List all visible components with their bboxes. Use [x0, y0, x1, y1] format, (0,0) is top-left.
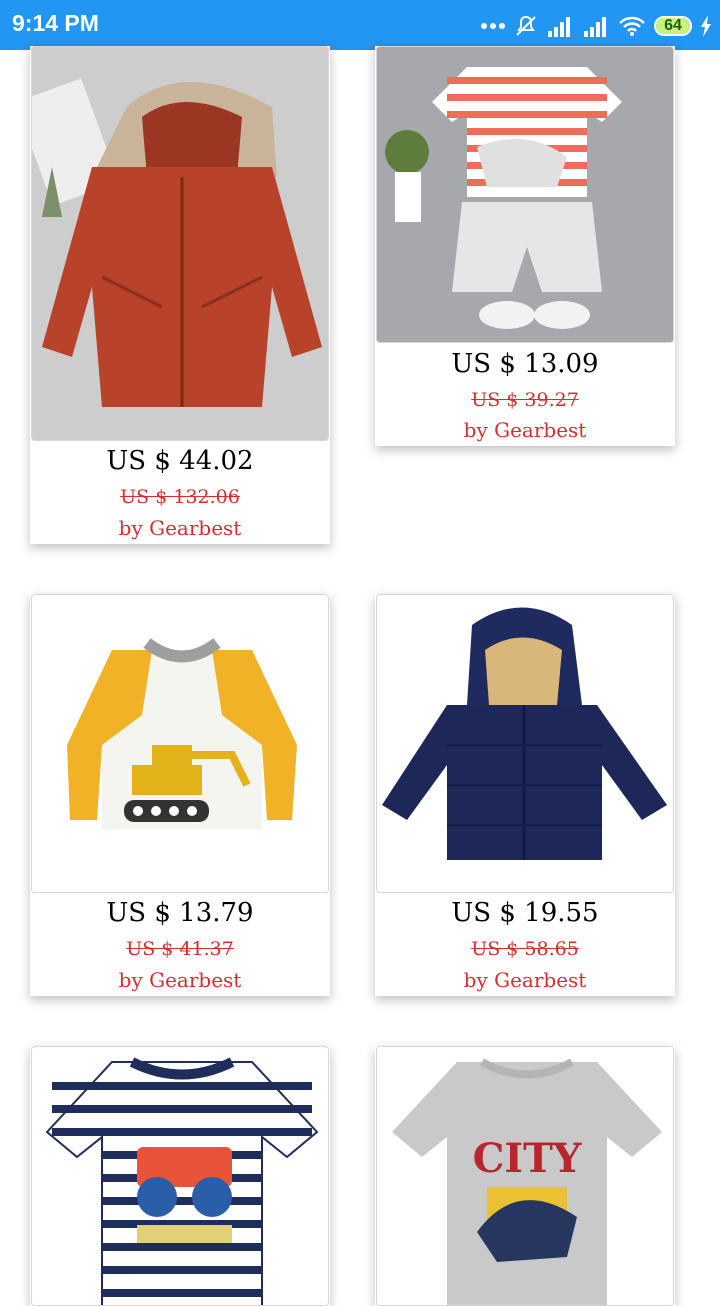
product-card[interactable]: US $ 13.09 US $ 39.27 by Gearbest — [375, 46, 675, 446]
product-image[interactable] — [376, 46, 674, 343]
product-card[interactable]: CITY — [375, 1046, 675, 1306]
product-image[interactable] — [376, 594, 674, 893]
striped-set-image — [377, 47, 673, 342]
product-card[interactable] — [30, 1046, 330, 1306]
charging-icon — [700, 15, 712, 37]
mute-icon — [514, 14, 538, 38]
product-seller[interactable]: by Gearbest — [30, 968, 330, 992]
product-seller[interactable]: by Gearbest — [30, 516, 330, 540]
product-price: US $ 19.55 — [451, 898, 599, 928]
status-bar: 9:14 PM 64 — [0, 0, 720, 50]
navy-jacket-image — [377, 595, 673, 892]
battery-icon: 64 — [654, 16, 692, 36]
product-image[interactable] — [31, 594, 329, 893]
product-price: US $ 13.79 — [106, 898, 254, 928]
product-image[interactable] — [31, 1046, 329, 1306]
red-coat-image — [32, 47, 328, 440]
signal-icon — [546, 15, 574, 37]
product-card[interactable]: US $ 19.55 US $ 58.65 by Gearbest — [375, 594, 675, 996]
product-image[interactable] — [31, 46, 329, 441]
svg-text:CITY: CITY — [473, 1135, 582, 1182]
product-old-price: US $ 41.37 — [126, 938, 234, 960]
battery-level: 64 — [664, 17, 682, 34]
status-time: 9:14 PM — [12, 10, 99, 36]
signal-icon-2 — [582, 15, 610, 37]
more-dots-icon — [480, 21, 506, 31]
city-dino-tee-image: CITY — [377, 1047, 673, 1305]
monster-truck-tee-image — [32, 1047, 328, 1305]
wifi-icon — [618, 15, 646, 37]
product-old-price: US $ 132.06 — [120, 486, 240, 508]
product-image[interactable]: CITY — [376, 1046, 674, 1306]
product-card[interactable]: US $ 44.02 US $ 132.06 by Gearbest — [30, 46, 330, 544]
product-seller[interactable]: by Gearbest — [375, 418, 675, 442]
product-price: US $ 13.09 — [451, 349, 599, 379]
product-seller[interactable]: by Gearbest — [375, 968, 675, 992]
product-card[interactable]: US $ 13.79 US $ 41.37 by Gearbest — [30, 594, 330, 996]
excavator-tee-image — [32, 595, 328, 892]
product-price: US $ 44.02 — [106, 446, 254, 476]
product-old-price: US $ 39.27 — [471, 389, 579, 411]
status-icons: 64 — [480, 12, 712, 40]
product-old-price: US $ 58.65 — [471, 938, 579, 960]
